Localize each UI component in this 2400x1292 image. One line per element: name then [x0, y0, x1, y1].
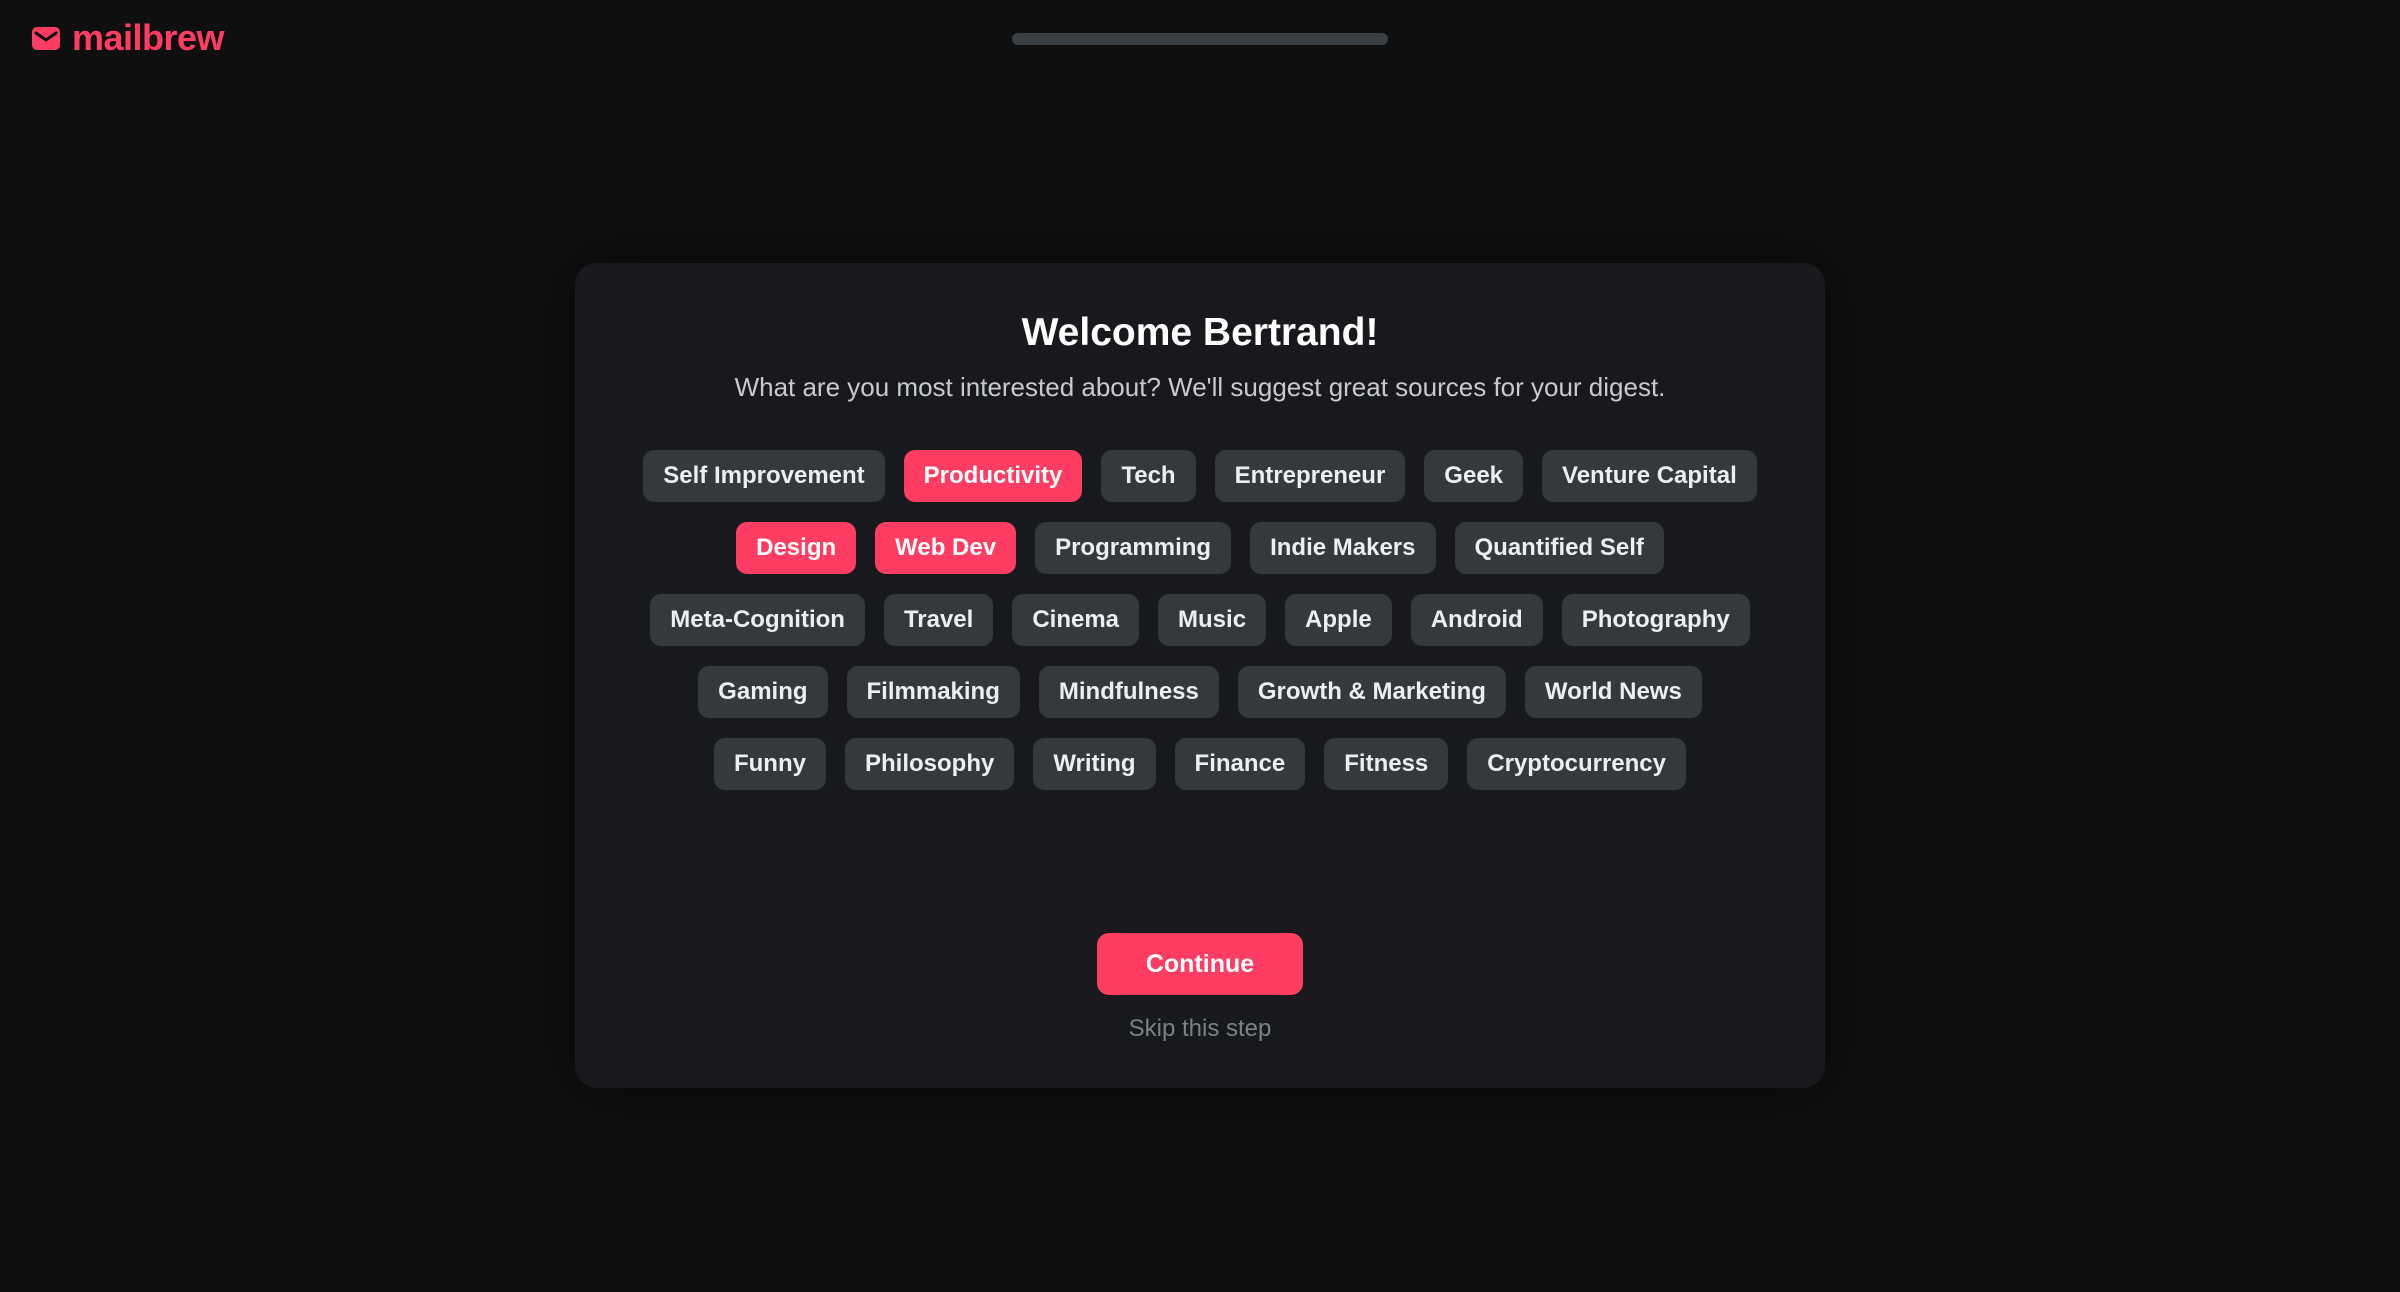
- tag-row: Meta-Cognition Travel Cinema Music Apple Andr…: [635, 594, 1765, 646]
- tag-row: Design Web Dev Programming Indie Makers Quan…: [635, 522, 1765, 574]
- interest-tag-growth-and-marketing[interactable]: Growth & Marketing: [1237, 666, 1506, 718]
- interest-tag-gaming[interactable]: Gaming: [698, 666, 828, 718]
- onboarding-card: Welcome Bertrand! What are you most inte…: [575, 263, 1825, 1088]
- interest-tag-photography[interactable]: Photography: [1561, 594, 1750, 646]
- interest-tag-entrepreneur[interactable]: Entrepreneur: [1214, 450, 1406, 502]
- interest-tag-web-dev[interactable]: Web Dev: [875, 522, 1017, 574]
- interest-tag-funny[interactable]: Funny: [713, 738, 826, 790]
- interest-tag-design[interactable]: Design: [736, 522, 857, 574]
- interest-tag-music[interactable]: Music: [1158, 594, 1267, 646]
- tag-row: Gaming Filmmaking Mindfulness Growth & Mark…: [635, 666, 1765, 718]
- continue-button[interactable]: Continue: [1097, 933, 1303, 995]
- interest-tag-programming[interactable]: Programming: [1035, 522, 1232, 574]
- tag-row: Self Improvement Productivity Tech Entrepre…: [635, 450, 1765, 502]
- interest-tag-apple[interactable]: Apple: [1285, 594, 1392, 646]
- interest-tag-venture-capital[interactable]: Venture Capital: [1542, 450, 1757, 502]
- skip-step-link[interactable]: Skip this step: [575, 1013, 1825, 1045]
- interest-tag-finance[interactable]: Finance: [1174, 738, 1306, 790]
- interest-tag-geek[interactable]: Geek: [1424, 450, 1524, 502]
- interest-tag-cryptocurrency[interactable]: Cryptocurrency: [1467, 738, 1687, 790]
- page-subtitle: What are you most interested about? We'l…: [734, 372, 1666, 402]
- interest-tag-android[interactable]: Android: [1410, 594, 1543, 646]
- interest-tag-world-news[interactable]: World News: [1524, 666, 1702, 718]
- envelope-icon: [32, 27, 60, 50]
- interest-tag-indie-makers[interactable]: Indie Makers: [1250, 522, 1436, 574]
- interest-tag-self-improvement[interactable]: Self Improvement: [643, 450, 885, 502]
- brand-logo[interactable]: mailbrew: [30, 14, 225, 62]
- brand-name: mailbrew: [72, 17, 225, 58]
- interest-tag-travel[interactable]: Travel: [883, 594, 994, 646]
- page-title: Welcome Bertrand!: [1021, 311, 1379, 354]
- interest-tags: Self Improvement Productivity Tech Entrepre…: [635, 450, 1765, 790]
- interest-tag-mindfulness[interactable]: Mindfulness: [1038, 666, 1219, 718]
- interest-tag-filmmaking[interactable]: Filmmaking: [846, 666, 1020, 718]
- interest-tag-tech[interactable]: Tech: [1101, 450, 1196, 502]
- interest-tag-meta-cognition[interactable]: Meta-Cognition: [650, 594, 865, 646]
- interest-tag-quantified-self[interactable]: Quantified Self: [1454, 522, 1664, 574]
- onboarding-progress-bar: [1012, 33, 1388, 45]
- interest-tag-cinema[interactable]: Cinema: [1012, 594, 1140, 646]
- interest-tag-productivity[interactable]: Productivity: [903, 450, 1083, 502]
- tag-row: Funny Philosophy Writing Finance Fitness Cryp…: [635, 738, 1765, 790]
- interest-tag-fitness[interactable]: Fitness: [1324, 738, 1449, 790]
- interest-tag-writing[interactable]: Writing: [1033, 738, 1156, 790]
- interest-tag-philosophy[interactable]: Philosophy: [844, 738, 1015, 790]
